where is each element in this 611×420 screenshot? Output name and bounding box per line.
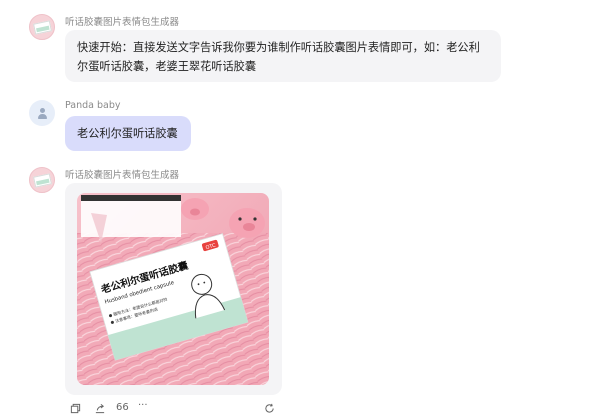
message-action-bar: 66 ··· xyxy=(70,400,280,419)
bot-message-line: 快速开始：直接发送文字告诉我你要为谁制作听话胶囊图片表情即可，如：老公利 xyxy=(77,41,480,54)
copy-icon[interactable] xyxy=(70,403,81,414)
bot-message-bubble: 快速开始：直接发送文字告诉我你要为谁制作听话胶囊图片表情即可，如：老公利 尔蛋听… xyxy=(65,30,501,82)
more-icon[interactable]: ··· xyxy=(138,400,148,411)
bot-name: 听话胶囊图片表情包生成器 xyxy=(65,17,180,28)
image-message-card: OTC 老公利尔蛋听话胶囊 Husband obedient capsule ●… xyxy=(65,183,282,395)
like-count[interactable]: 66 xyxy=(116,402,129,413)
bot-name: 听话胶囊图片表情包生成器 xyxy=(65,170,180,181)
bot-message-line: 尔蛋听话胶囊，老婆王翠花听话胶囊 xyxy=(77,60,257,73)
share-icon[interactable] xyxy=(94,403,106,414)
user-message-bubble: 老公利尔蛋听话胶囊 xyxy=(65,116,191,151)
bot-avatar[interactable] xyxy=(29,14,55,40)
regenerate-icon[interactable] xyxy=(264,403,275,414)
user-name: Panda baby xyxy=(65,100,121,111)
user-avatar[interactable] xyxy=(29,100,55,126)
bot-avatar[interactable] xyxy=(29,167,55,193)
generated-image[interactable]: OTC 老公利尔蛋听话胶囊 Husband obedient capsule ●… xyxy=(77,193,269,385)
